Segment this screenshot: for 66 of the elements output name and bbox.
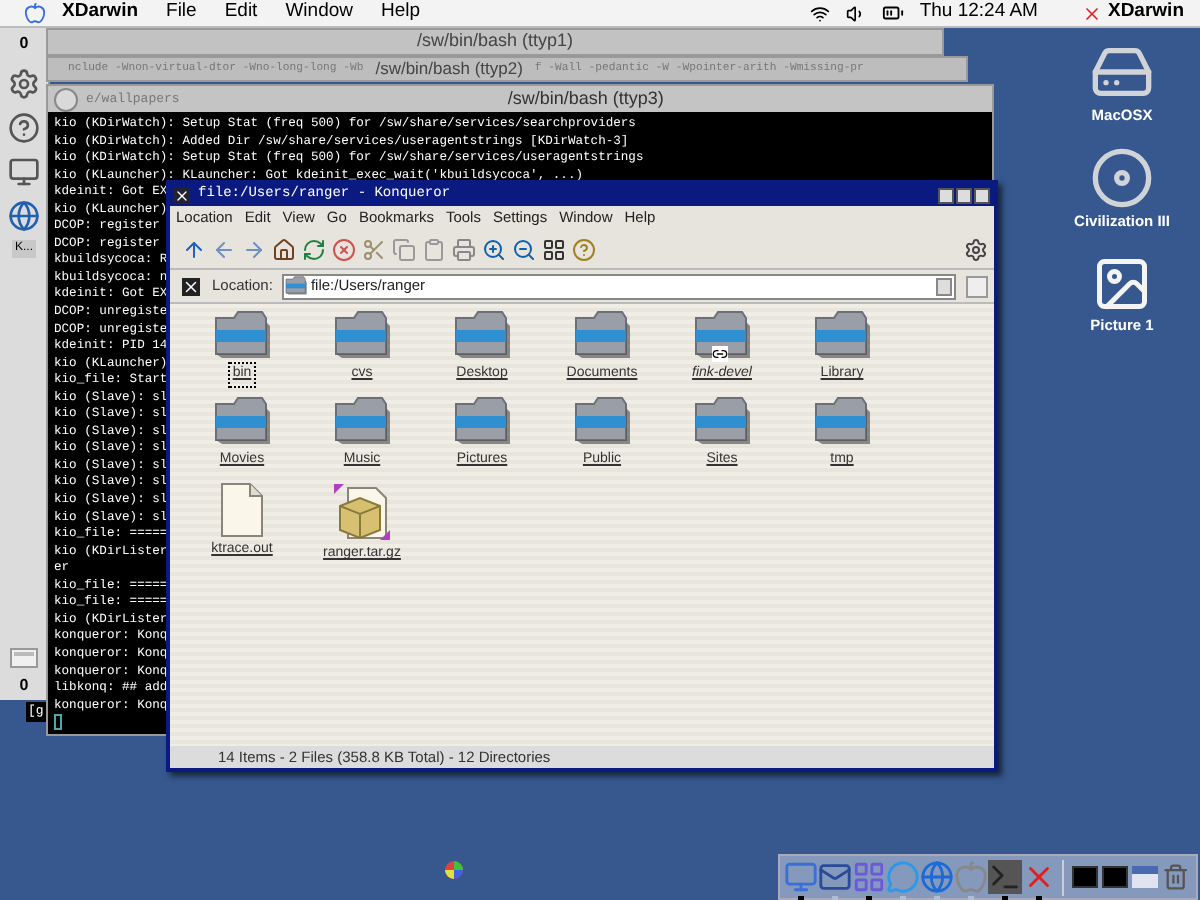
printer-icon[interactable] xyxy=(452,237,476,261)
folder-icon xyxy=(572,396,632,448)
clear-icon[interactable] xyxy=(182,277,200,295)
app-menu[interactable]: XDarwin xyxy=(62,0,139,28)
up-arrow-icon[interactable] xyxy=(182,237,206,261)
folder-icon xyxy=(572,310,632,362)
maximize-button[interactable] xyxy=(956,187,972,203)
gear-icon[interactable] xyxy=(964,237,988,261)
folder-icon xyxy=(212,396,272,448)
image-file-icon xyxy=(1092,253,1152,313)
battery-icon[interactable] xyxy=(881,2,904,24)
window-title: /sw/bin/bash (ttyp2) xyxy=(375,56,523,82)
folder-icon xyxy=(212,310,272,362)
terminal-icon[interactable] xyxy=(988,860,1022,894)
close-button[interactable] xyxy=(974,187,990,203)
clock[interactable]: Thu 12:24 AM xyxy=(919,0,1038,28)
window-thumbnail[interactable] xyxy=(1132,866,1159,888)
folder-icon xyxy=(284,276,309,296)
stop-icon[interactable] xyxy=(332,237,356,261)
folder-icon xyxy=(452,396,512,448)
app-switcher[interactable]: XDarwin xyxy=(1107,0,1184,28)
folder-icon xyxy=(812,310,872,362)
scissors-icon[interactable] xyxy=(362,237,386,261)
x-icon[interactable] xyxy=(1081,3,1102,23)
wifi-icon[interactable] xyxy=(809,3,830,23)
menu-item[interactable]: File xyxy=(166,0,197,28)
trash-icon[interactable] xyxy=(1162,860,1191,894)
zoom-out-icon[interactable] xyxy=(512,237,536,261)
volume-icon[interactable] xyxy=(845,3,866,23)
zoom-in-icon[interactable] xyxy=(482,237,506,261)
folder-icon xyxy=(332,396,392,448)
gear-icon[interactable] xyxy=(8,68,40,100)
minimize-button[interactable] xyxy=(938,187,954,203)
menu-item[interactable]: Edit xyxy=(224,0,258,28)
back-arrow-icon[interactable] xyxy=(212,237,236,261)
folder-icon xyxy=(692,310,752,362)
file-icon xyxy=(218,482,266,538)
window-button[interactable] xyxy=(54,87,78,111)
folder-icon xyxy=(452,310,512,362)
globe-icon[interactable] xyxy=(8,200,40,232)
package-icon xyxy=(332,482,392,542)
help-icon[interactable] xyxy=(8,112,40,144)
close-icon[interactable] xyxy=(174,187,190,203)
window-thumbnail[interactable] xyxy=(1071,866,1099,888)
menu-item[interactable]: Help xyxy=(381,0,421,28)
disc-icon xyxy=(1090,146,1154,211)
folder-icon xyxy=(332,310,392,362)
reload-icon[interactable] xyxy=(302,237,326,261)
folder-icon xyxy=(692,396,752,448)
go-button[interactable] xyxy=(966,275,988,297)
window-thumbnail[interactable] xyxy=(1102,866,1129,888)
text-cursor xyxy=(54,714,62,731)
apple-icon[interactable] xyxy=(24,2,46,24)
dock-label: 0 xyxy=(19,32,29,56)
window-title: /sw/bin/bash (ttyp1) xyxy=(416,28,574,55)
folder-icon xyxy=(812,396,872,448)
busy-cursor-icon xyxy=(444,860,464,880)
clipboard-icon[interactable] xyxy=(422,237,446,261)
monitor-icon[interactable] xyxy=(8,156,40,188)
dock-label: 0 xyxy=(19,674,29,698)
menu-item[interactable]: Window xyxy=(285,0,353,28)
copy-icon[interactable] xyxy=(392,237,416,261)
window-title: /sw/bin/bash (ttyp3) xyxy=(507,85,664,112)
mail-icon[interactable] xyxy=(818,860,852,894)
home-icon[interactable] xyxy=(272,237,296,261)
grid-view-icon[interactable] xyxy=(542,237,566,261)
